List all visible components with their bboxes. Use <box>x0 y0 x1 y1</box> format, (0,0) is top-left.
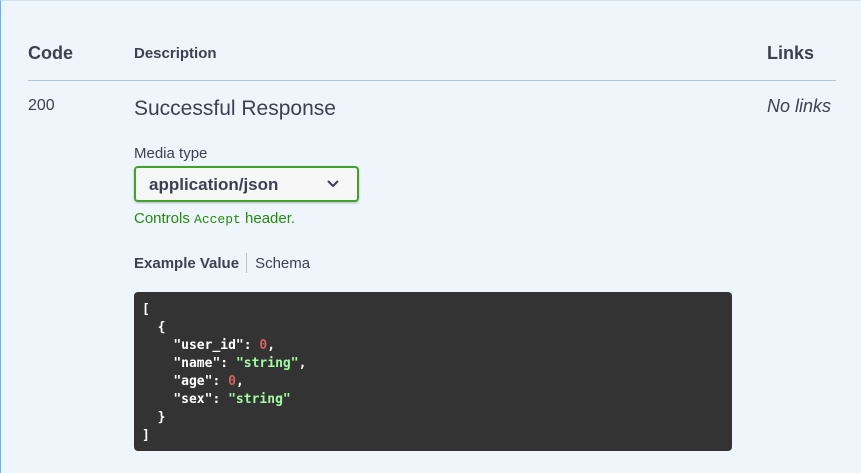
json-close-bracket: ] <box>142 428 150 443</box>
json-open-bracket: [ <box>142 302 150 317</box>
response-links: No links <box>767 96 832 116</box>
media-type-label: Media type <box>134 145 208 162</box>
chevron-down-icon <box>327 180 339 187</box>
accept-header-code: Accept <box>194 212 241 227</box>
media-type-value: application/json <box>149 175 279 194</box>
controls-accept-note: Controls Accept header. <box>134 210 295 227</box>
json-comma: , <box>267 338 276 353</box>
column-header-description: Description <box>134 45 217 62</box>
controls-suffix: header. <box>245 210 296 227</box>
tab-divider <box>246 253 248 273</box>
tab-example-value[interactable]: Example Value <box>134 255 239 272</box>
json-key-name: "name" <box>173 356 221 371</box>
json-open-brace: { <box>157 320 166 335</box>
tab-schema[interactable]: Schema <box>255 255 310 272</box>
json-comma: , <box>235 374 244 389</box>
header-divider <box>28 80 836 81</box>
json-comma: , <box>298 356 307 371</box>
json-key-sex: "sex" <box>173 392 213 407</box>
media-type-select[interactable]: application/json <box>134 166 359 202</box>
responses-panel: Code Description Links 200 Successful Re… <box>0 0 861 473</box>
json-value-age: 0 <box>228 374 236 389</box>
response-description: Successful Response <box>134 97 336 120</box>
json-value-name: "string" <box>235 356 299 371</box>
example-schema-tabs: Example Value Schema <box>134 253 310 273</box>
column-header-code: Code <box>28 43 73 63</box>
controls-prefix: Controls <box>134 210 190 227</box>
json-key-age: "age" <box>173 374 213 389</box>
example-value-code-block[interactable]: [ { "user_id": 0, "name": "string", "age… <box>134 292 732 451</box>
json-close-brace: } <box>157 410 166 425</box>
column-header-links: Links <box>767 43 815 63</box>
json-key-user-id: "user_id" <box>173 338 244 353</box>
json-value-sex: "string" <box>228 392 291 407</box>
response-status-code: 200 <box>28 97 55 114</box>
